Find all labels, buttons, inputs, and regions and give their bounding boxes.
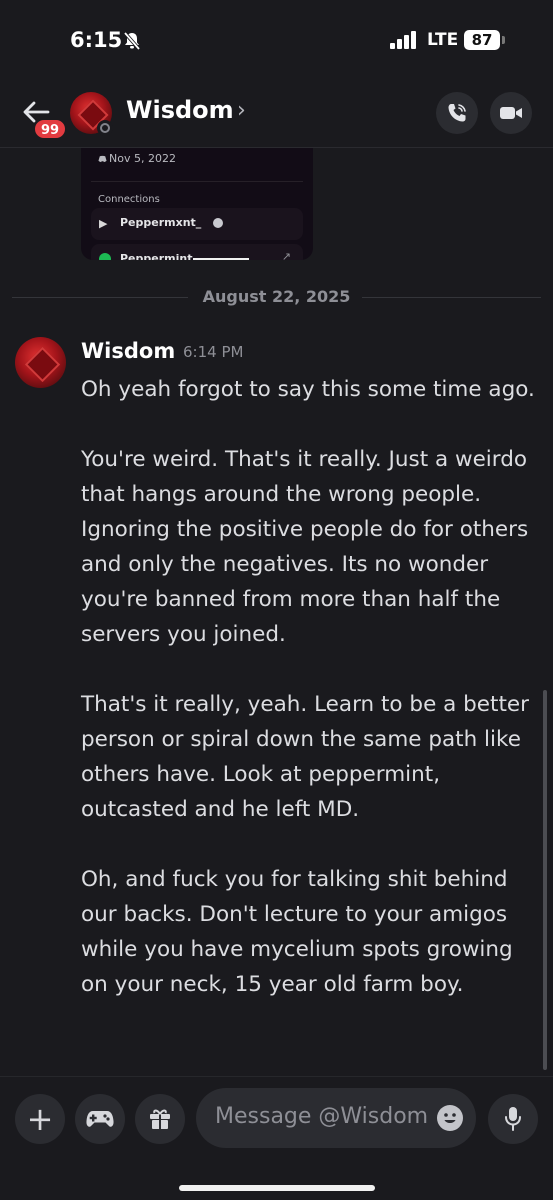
dm-header: 99 Wisdom ›: [0, 80, 553, 148]
connection-name: Peppermint: [120, 252, 193, 260]
add-attachment-button[interactable]: +: [15, 1094, 65, 1144]
phone-icon: [448, 104, 466, 122]
chevron-right-icon[interactable]: ›: [237, 98, 246, 123]
video-call-button[interactable]: [490, 92, 532, 134]
scrollbar[interactable]: [543, 690, 547, 1070]
discord-icon: [98, 155, 107, 163]
connections-label: Connections: [98, 194, 160, 205]
network-label: LTE: [427, 30, 459, 50]
home-indicator[interactable]: [179, 1185, 375, 1191]
offline-status-icon: [97, 120, 113, 136]
message-input-placeholder: Message @Wisdom: [215, 1104, 429, 1129]
gift-icon: [150, 1109, 170, 1129]
battery-icon: 87: [464, 30, 500, 50]
message-paragraph: You're weird. That's it really. Just a w…: [81, 447, 529, 647]
status-time: 6:15: [70, 28, 123, 52]
message-composer: + Message @Wisdom: [0, 1076, 553, 1200]
message-paragraph: Oh yeah forgot to say this some time ago…: [81, 377, 535, 402]
connection-item[interactable]: ▶ Peppermxnt_: [91, 208, 303, 240]
external-link-icon[interactable]: ↗: [282, 250, 291, 260]
unread-badge: 99: [33, 118, 68, 140]
connection-item[interactable]: Peppermint ↗: [91, 244, 303, 260]
message-author[interactable]: Wisdom: [81, 339, 175, 363]
message-input[interactable]: Message @Wisdom: [196, 1088, 476, 1148]
cell-signal-icon: [390, 31, 416, 49]
message-paragraph: Oh, and fuck you for talking shit behind…: [81, 867, 513, 997]
video-camera-icon: [500, 107, 522, 119]
gift-button[interactable]: [135, 1094, 185, 1144]
emoji-icon[interactable]: [437, 1105, 463, 1131]
date-divider: August 22, 2025: [12, 285, 541, 309]
verified-check-icon: [213, 218, 223, 228]
plus-icon: +: [26, 1100, 54, 1138]
playstation-icon: ▶: [99, 217, 108, 230]
profile-embed-card[interactable]: Nov 5, 2022 Connections ▶ Peppermxnt_ Pe…: [81, 148, 313, 260]
divider-line: [362, 297, 541, 298]
embed-member-since: Nov 5, 2022: [98, 152, 176, 165]
voice-call-button[interactable]: [436, 92, 478, 134]
smiley-face-icon: [444, 1113, 456, 1123]
voice-message-button[interactable]: [488, 1094, 538, 1144]
message-avatar[interactable]: [15, 337, 66, 388]
microphone-icon: [505, 1107, 521, 1131]
message-timestamp: 6:14 PM: [183, 343, 244, 361]
page-title[interactable]: Wisdom: [126, 96, 234, 124]
gamepad-icon: [86, 1111, 114, 1127]
spotify-icon: [99, 253, 111, 260]
embed-divider: [91, 181, 303, 182]
status-bar: 6:15 LTE 87: [0, 0, 553, 80]
message-body[interactable]: Oh yeah forgot to say this some time ago…: [81, 372, 541, 1037]
activities-button[interactable]: [75, 1094, 125, 1144]
battery-tip: [502, 36, 505, 44]
embed-date-text: Nov 5, 2022: [109, 152, 176, 165]
connection-name: Peppermxnt_: [120, 216, 202, 229]
message-paragraph: That's it really, yeah. Learn to be a be…: [81, 692, 529, 822]
progress-line: [193, 258, 249, 260]
bell-slash-icon: [123, 31, 141, 51]
